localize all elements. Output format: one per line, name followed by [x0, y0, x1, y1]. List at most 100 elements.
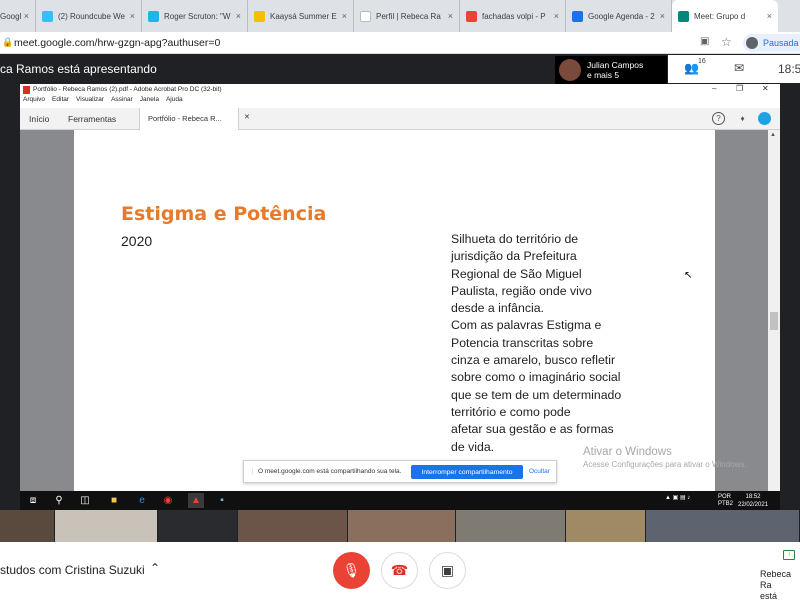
app-icon[interactable]: ▪: [214, 493, 230, 508]
hide-button[interactable]: Ocultar: [529, 468, 550, 475]
description-line: afetar sua gestão e as formas: [451, 422, 614, 437]
close-tab-icon[interactable]: ✕: [244, 113, 250, 121]
scroll-thumb[interactable]: [770, 312, 778, 330]
bookmark-star-icon[interactable]: ☆: [721, 35, 732, 49]
tab-home[interactable]: Início: [29, 114, 49, 124]
address-bar: 🔒 meet.google.com/hrw-gzgn-apg?authuser=…: [0, 32, 800, 54]
stop-sharing-button[interactable]: Interromper compartilhamento: [411, 465, 523, 479]
profile-button[interactable]: Pausada: [743, 34, 800, 52]
browser-tab-title: (2) Roundcube We: [58, 11, 125, 21]
menu-item[interactable]: Ajuda: [166, 96, 183, 103]
participant-tile[interactable]: [0, 510, 55, 542]
participant-tile[interactable]: [55, 510, 158, 542]
browser-tab[interactable]: Roger Scruton: "W ×: [142, 0, 248, 32]
pip-name: Julian Campos: [587, 60, 644, 70]
pip-participant[interactable]: Julian Campos e mais 5: [555, 56, 667, 84]
menu-item[interactable]: Janela: [140, 96, 159, 103]
menu-item[interactable]: Assinar: [111, 96, 133, 103]
people-icon[interactable]: 👥: [684, 61, 699, 75]
url-field[interactable]: meet.google.com/hrw-gzgn-apg?authuser=0: [14, 37, 220, 49]
chrome-icon[interactable]: ◉: [160, 493, 176, 508]
participant-tile[interactable]: [348, 510, 456, 542]
menu-item[interactable]: Arquivo: [23, 96, 45, 103]
google-g-icon: [466, 10, 477, 22]
close-tab-icon[interactable]: ×: [130, 11, 135, 21]
browser-tab[interactable]: Googl ×: [0, 0, 36, 32]
description-line: sobre como o imaginário social: [451, 370, 621, 385]
roundcube-icon: [42, 10, 53, 22]
account-icon[interactable]: [758, 112, 771, 125]
share-message: O meet.google.com está compartilhando su…: [258, 468, 402, 475]
participant-tile[interactable]: [238, 510, 348, 542]
edge-icon[interactable]: e: [134, 493, 150, 508]
browser-tab[interactable]: Perfil | Rebeca Ra ×: [354, 0, 460, 32]
present-screen-icon[interactable]: ↑: [783, 550, 795, 560]
menu-item[interactable]: Visualizar: [76, 96, 104, 103]
file-explorer-icon[interactable]: ■: [106, 493, 122, 508]
windows-start-icon[interactable]: ⧈: [25, 493, 41, 508]
pdf-page: Estigma e Potência 2020 Silhueta do terr…: [74, 130, 715, 491]
meeting-title[interactable]: studos com Cristina Suzuki: [0, 563, 145, 577]
close-tab-icon[interactable]: ×: [342, 11, 347, 21]
shared-screen: Portfólio - Rebeca Ramos (2).pdf - Adobe…: [20, 84, 780, 510]
language-indicator[interactable]: POR PTB2: [718, 494, 733, 508]
restore-icon[interactable]: ❐: [736, 84, 743, 93]
drag-handle-icon[interactable]: ⋮: [249, 467, 256, 475]
profile-label: Pausada: [763, 38, 799, 48]
participant-tile[interactable]: [456, 510, 566, 542]
participant-tile[interactable]: [566, 510, 646, 542]
taskbar-date: 22/02/2021: [738, 502, 769, 508]
chat-icon[interactable]: ✉: [734, 61, 744, 75]
browser-tab-title: Meet: Grupo d: [694, 11, 746, 21]
browser-tab[interactable]: (2) Roundcube We ×: [36, 0, 142, 32]
v-icon: [148, 10, 159, 22]
search-icon[interactable]: ⚲: [51, 493, 67, 508]
close-tab-icon[interactable]: ×: [448, 11, 453, 21]
participant-tile[interactable]: [158, 510, 238, 542]
tray-icons[interactable]: ▲ ▣ ▤ ♪: [665, 494, 690, 501]
meet-clock: 18:5: [778, 62, 800, 76]
meet-top-right-controls: 👥 16 ✉ 18:5: [668, 55, 800, 83]
lang-1: POR: [718, 494, 732, 500]
close-tab-icon[interactable]: ×: [24, 11, 29, 21]
tab-document[interactable]: Portfólio - Rebeca R... ✕: [139, 108, 250, 130]
taskbar-clock[interactable]: 18:52 22/02/2021: [738, 493, 768, 509]
document-tab-label: Portfólio - Rebeca R...: [148, 114, 222, 123]
task-view-icon[interactable]: ◫: [77, 493, 93, 508]
mic-off-button[interactable]: 🎙: [333, 552, 370, 589]
bell-icon[interactable]: ♦: [736, 112, 749, 125]
help-icon[interactable]: ?: [712, 112, 725, 125]
close-tab-icon[interactable]: ×: [236, 11, 241, 21]
scroll-up-icon[interactable]: ▲: [770, 132, 776, 138]
menu-item[interactable]: Editar: [52, 96, 69, 103]
browser-tab[interactable]: Meet: Grupo d ×: [672, 0, 778, 32]
presenter-label-1: Rebeca Ra: [760, 569, 792, 590]
close-tab-icon[interactable]: ×: [660, 11, 665, 21]
calendar-icon: [572, 10, 583, 22]
browser-tab[interactable]: Kaaysá Summer E ×: [248, 0, 354, 32]
tab-tools[interactable]: Ferramentas: [68, 114, 116, 124]
minimize-icon[interactable]: –: [712, 84, 716, 93]
windows-activation-watermark: Ativar o Windows Acesse Configurações pa…: [583, 446, 747, 469]
close-tab-icon[interactable]: ×: [554, 11, 559, 21]
presenting-text: ca Ramos está apresentando: [0, 62, 157, 76]
drive-icon: [254, 10, 265, 22]
vertical-scrollbar[interactable]: ▲: [768, 130, 780, 491]
close-icon[interactable]: ✕: [762, 84, 769, 93]
browser-tab-title: Googl: [0, 11, 21, 21]
close-tab-icon[interactable]: ×: [767, 11, 772, 21]
mic-off-icon: 🎙: [342, 562, 361, 578]
browser-tab-strip: Googl × (2) Roundcube We × Roger Scruton: "W…: [0, 0, 800, 32]
participant-tile[interactable]: [646, 510, 800, 542]
camera-button[interactable]: ▣: [429, 552, 466, 589]
lock-icon[interactable]: 🔒: [2, 37, 13, 48]
camera-icon[interactable]: ▣: [700, 36, 709, 47]
browser-tab[interactable]: Google Agenda - 2 ×: [566, 0, 672, 32]
acrobat-icon[interactable]: ▲: [188, 493, 204, 508]
description-line: cinza e amarelo, busco refletir: [451, 353, 616, 368]
browser-tab-title: Kaaysá Summer E: [270, 11, 337, 21]
presenter-status[interactable]: Rebeca Ra está apresen: [760, 569, 800, 600]
chevron-up-icon[interactable]: ⌃: [150, 561, 160, 575]
browser-tab[interactable]: fachadas volpi - P ×: [460, 0, 566, 32]
leave-call-button[interactable]: ☎: [381, 552, 418, 589]
